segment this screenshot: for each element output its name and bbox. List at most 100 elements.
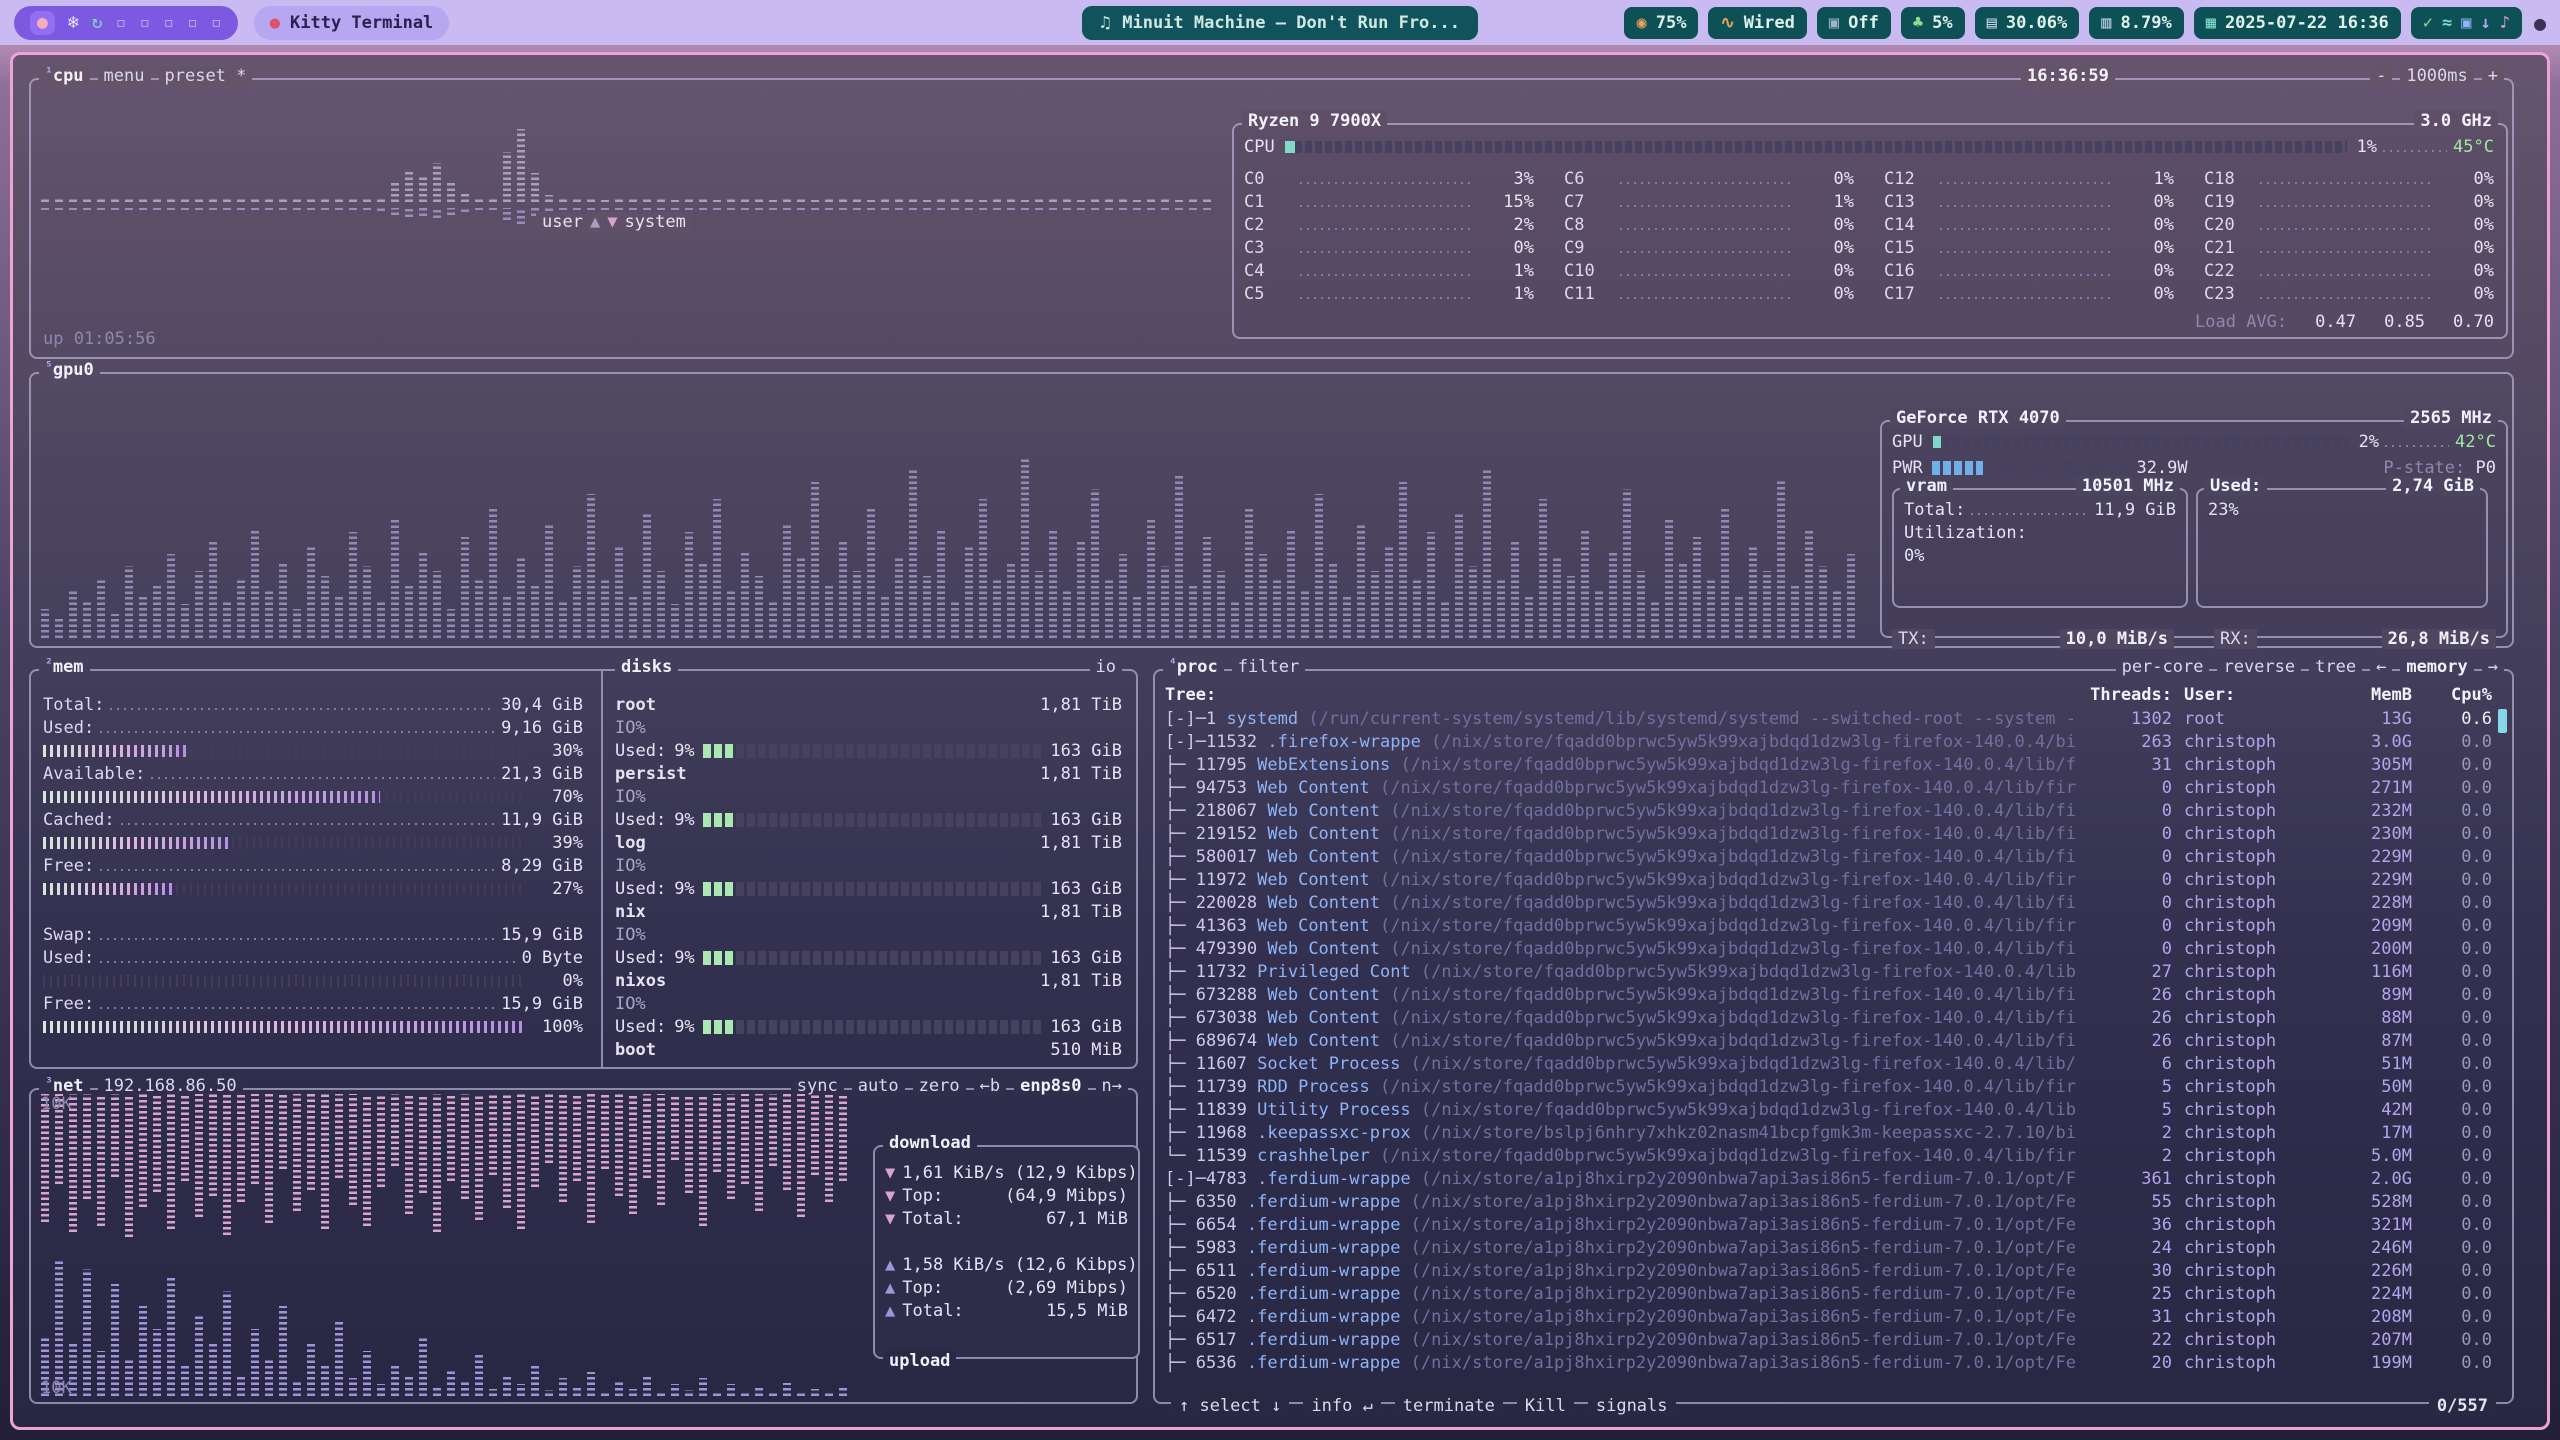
process-threads: 2 xyxy=(2077,1123,2172,1143)
process-tree-cell: ├─ 41363 Web Content (/nix/store/fqadd0b… xyxy=(1165,916,2077,936)
process-row[interactable]: ├─ 11839 Utility Process (/nix/store/fqa… xyxy=(1155,1098,2512,1121)
process-row[interactable]: ├─ 6517 .ferdium-wrappe (/nix/store/a1pj… xyxy=(1155,1328,2512,1351)
process-row[interactable]: ├─ 6654 .ferdium-wrappe (/nix/store/a1pj… xyxy=(1155,1213,2512,1236)
core-pct: 2% xyxy=(1480,215,1534,235)
workspace-icon-refresh[interactable]: ↻ xyxy=(92,14,103,32)
footer-info-button[interactable]: info ↵ xyxy=(1303,1396,1380,1416)
media-widget[interactable]: ♫ Minuit Machine – Don't Run Fro... xyxy=(1082,6,1478,40)
graph-bar xyxy=(97,199,105,202)
tab-zero[interactable]: zero xyxy=(913,1076,966,1096)
process-row[interactable]: [-]─4783 .ferdium-wrappe (/nix/store/a1p… xyxy=(1155,1167,2512,1190)
process-row[interactable]: ├─ 673038 Web Content (/nix/store/fqadd0… xyxy=(1155,1006,2512,1029)
workspace-icon-cat[interactable]: ● xyxy=(30,11,55,35)
workspace-icon-nix[interactable]: ❄ xyxy=(68,14,79,32)
process-row[interactable]: ├─ 689674 Web Content (/nix/store/fqadd0… xyxy=(1155,1029,2512,1052)
graph-bar xyxy=(951,208,959,210)
process-scrollbar[interactable] xyxy=(2498,709,2507,733)
iface-next-button[interactable]: n→ xyxy=(1096,1076,1128,1096)
tab-menu[interactable]: menu xyxy=(98,66,151,86)
process-row[interactable]: ├─ 6511 .ferdium-wrappe (/nix/store/a1pj… xyxy=(1155,1259,2512,1282)
workspace-icon-ws-6[interactable]: ▫ xyxy=(163,14,174,32)
memory-usage-widget[interactable]: ▤30.06% xyxy=(1975,7,2080,39)
process-row[interactable]: ├─ 11739 RDD Process (/nix/store/fqadd0b… xyxy=(1155,1075,2512,1098)
footer-kill-button[interactable]: Kill xyxy=(1517,1396,1574,1416)
graph-bar xyxy=(139,1094,147,1207)
graph-bar xyxy=(937,208,945,210)
tree-prefix: ├─ xyxy=(1165,1238,1196,1258)
upload-graph xyxy=(41,1246,857,1396)
core-label: C23 xyxy=(2204,284,2254,304)
tab-auto[interactable]: auto xyxy=(852,1076,905,1096)
process-args: (/nix/store/fqadd0bprwc5yw5k99xajbdqd1dz… xyxy=(1390,847,2077,867)
header-threads[interactable]: Threads: xyxy=(2077,685,2172,705)
graph-bar xyxy=(335,595,343,638)
core-label: C17 xyxy=(1884,284,1934,304)
graph-bar xyxy=(335,1094,343,1178)
workspace-icon-ws-4[interactable]: ▫ xyxy=(116,14,127,32)
interval-plus-button[interactable]: + xyxy=(2482,66,2504,86)
footer-select-button[interactable]: ↑ select ↓ xyxy=(1171,1396,1289,1416)
clock-widget[interactable]: ▦2025-07-22 16:36 xyxy=(2194,7,2401,39)
tab-sync[interactable]: sync xyxy=(791,1076,844,1096)
sort-next-button[interactable]: → xyxy=(2482,657,2504,677)
process-row[interactable]: ├─ 673288 Web Content (/nix/store/fqadd0… xyxy=(1155,983,2512,1006)
process-row[interactable]: ├─ 219152 Web Content (/nix/store/fqadd0… xyxy=(1155,822,2512,845)
process-row[interactable]: [-]─11532 .firefox-wrappe (/nix/store/fq… xyxy=(1155,730,2512,753)
bluetooth-widget[interactable]: ▣Off xyxy=(1817,7,1891,39)
footer-signals-button[interactable]: signals xyxy=(1588,1396,1676,1416)
footer-terminate-button[interactable]: terminate xyxy=(1395,1396,1503,1416)
tab-preset[interactable]: preset * xyxy=(159,66,253,86)
workspace-icon-ws-8[interactable]: ▫ xyxy=(211,14,222,32)
process-row[interactable]: ├─ 11732 Privileged Cont (/nix/store/fqa… xyxy=(1155,960,2512,983)
tab-filter[interactable]: filter xyxy=(1232,657,1305,677)
active-window-button[interactable]: ● Kitty Terminal xyxy=(254,6,450,40)
process-row[interactable]: ├─ 6520 .ferdium-wrappe (/nix/store/a1pj… xyxy=(1155,1282,2512,1305)
process-row[interactable]: ├─ 5983 .ferdium-wrappe (/nix/store/a1pj… xyxy=(1155,1236,2512,1259)
graph-bar xyxy=(685,532,693,638)
process-row[interactable]: [-]─1 systemd (/run/current-system/syste… xyxy=(1155,707,2512,730)
process-row[interactable]: ├─ 6350 .ferdium-wrappe (/nix/store/a1pj… xyxy=(1155,1190,2512,1213)
process-row[interactable]: ├─ 479390 Web Content (/nix/store/fqadd0… xyxy=(1155,937,2512,960)
workspace-icon-ws-7[interactable]: ▫ xyxy=(187,14,198,32)
process-row[interactable]: ├─ 6536 .ferdium-wrappe (/nix/store/a1pj… xyxy=(1155,1351,2512,1374)
workspace-icon-ws-5[interactable]: ▫ xyxy=(139,14,150,32)
tab-reverse[interactable]: reverse xyxy=(2217,657,2301,677)
bell-icon[interactable]: ● xyxy=(2534,11,2546,35)
header-mem[interactable]: MemB xyxy=(2322,685,2412,705)
process-row[interactable]: ├─ 94753 Web Content (/nix/store/fqadd0b… xyxy=(1155,776,2512,799)
leader xyxy=(1620,205,1794,207)
process-row[interactable]: ├─ 41363 Web Content (/nix/store/fqadd0b… xyxy=(1155,914,2512,937)
disk-name-row: persist1,81 TiB xyxy=(615,762,1122,785)
process-name: .ferdium-wrappe xyxy=(1247,1192,1411,1212)
process-row[interactable]: ├─ 11795 WebExtensions (/nix/store/fqadd… xyxy=(1155,753,2512,776)
disk-usage-widget[interactable]: ▥8.79% xyxy=(2089,7,2183,39)
header-user[interactable]: User: xyxy=(2172,685,2322,705)
process-row[interactable]: ├─ 11972 Web Content (/nix/store/fqadd0b… xyxy=(1155,868,2512,891)
sort-prev-button[interactable]: ← xyxy=(2370,657,2392,677)
tab-per-core[interactable]: per-core xyxy=(2116,657,2210,677)
tree-prefix: ├─ xyxy=(1165,1284,1196,1304)
process-row[interactable]: ├─ 11607 Socket Process (/nix/store/fqad… xyxy=(1155,1052,2512,1075)
graph-bar xyxy=(69,208,77,210)
iface-prev-button[interactable]: ←b xyxy=(974,1076,1006,1096)
system-tray[interactable]: ✓≈▣↓♪ xyxy=(2411,7,2522,39)
interval-minus-button[interactable]: - xyxy=(2370,66,2392,86)
process-args: (/nix/store/fqadd0bprwc5yw5k99xajbdqd1dz… xyxy=(1380,1077,2077,1097)
process-row[interactable]: ├─ 218067 Web Content (/nix/store/fqadd0… xyxy=(1155,799,2512,822)
graph-bar xyxy=(111,197,119,202)
process-row[interactable]: ├─ 220028 Web Content (/nix/store/fqadd0… xyxy=(1155,891,2512,914)
tab-tree[interactable]: tree xyxy=(2309,657,2362,677)
tab-io[interactable]: io xyxy=(1090,657,1122,677)
process-row[interactable]: ├─ 6472 .ferdium-wrappe (/nix/store/a1pj… xyxy=(1155,1305,2512,1328)
cpu-usage-widget[interactable]: ♣5% xyxy=(1901,7,1965,39)
header-cpu[interactable]: Cpu% xyxy=(2412,685,2492,705)
cpu-usage-fill xyxy=(1285,141,1296,153)
network-widget[interactable]: ∿Wired xyxy=(1708,7,1806,39)
graph-bar xyxy=(755,1387,763,1396)
process-row[interactable]: ├─ 11968 .keepassxc-prox (/nix/store/bsl… xyxy=(1155,1121,2512,1144)
process-row[interactable]: ├─ 580017 Web Content (/nix/store/fqadd0… xyxy=(1155,845,2512,868)
process-tree-cell: ├─ 11839 Utility Process (/nix/store/fqa… xyxy=(1165,1100,2077,1120)
volume-widget[interactable]: ◉75% xyxy=(1624,7,1698,39)
process-cpu: 0.0 xyxy=(2412,801,2492,821)
process-row[interactable]: └─ 11539 crashhelper (/nix/store/fqadd0b… xyxy=(1155,1144,2512,1167)
